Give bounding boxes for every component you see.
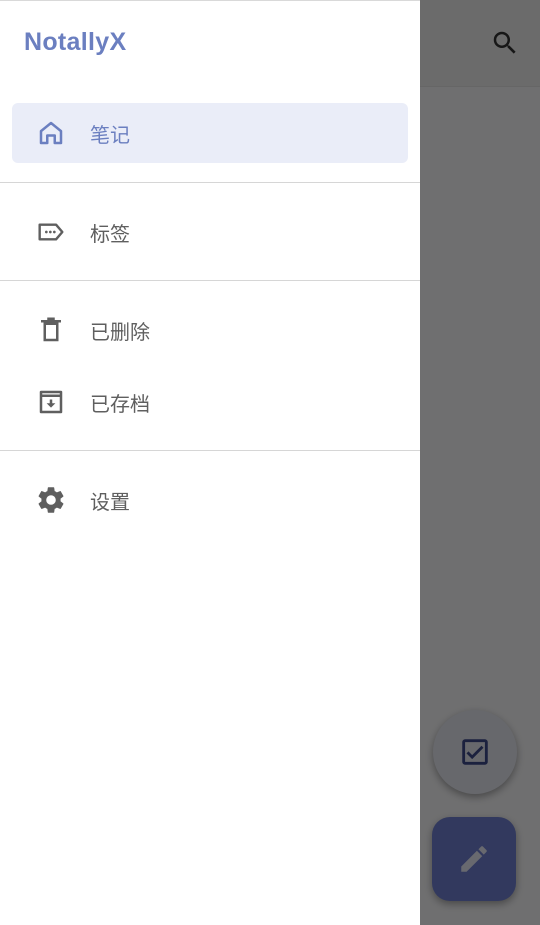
settings-icon (35, 484, 67, 516)
app-title: NotallyX (24, 28, 127, 56)
drawer-item-label: 已删除 (90, 319, 150, 344)
drawer-item-label: 设置 (90, 489, 130, 514)
drawer-item-label: 标签 (90, 221, 130, 246)
drawer-item-labels[interactable]: 标签 (12, 202, 408, 262)
label-icon (35, 216, 67, 248)
drawer-item-archived[interactable]: 已存档 (12, 372, 408, 432)
archive-icon (35, 386, 67, 418)
trash-icon (35, 314, 67, 346)
drawer-divider (0, 280, 420, 281)
drawer-item-notes[interactable]: 笔记 (12, 103, 408, 163)
drawer-item-label: 已存档 (90, 391, 150, 416)
drawer-divider (0, 450, 420, 451)
drawer-item-settings[interactable]: 设置 (12, 470, 408, 530)
drawer-item-deleted[interactable]: 已删除 (12, 300, 408, 360)
drawer-divider (0, 182, 420, 183)
drawer-item-label: 笔记 (90, 122, 130, 147)
navigation-drawer: NotallyX 笔记 标签 已删除 已存档 设置 (0, 0, 420, 925)
home-icon (35, 117, 67, 149)
